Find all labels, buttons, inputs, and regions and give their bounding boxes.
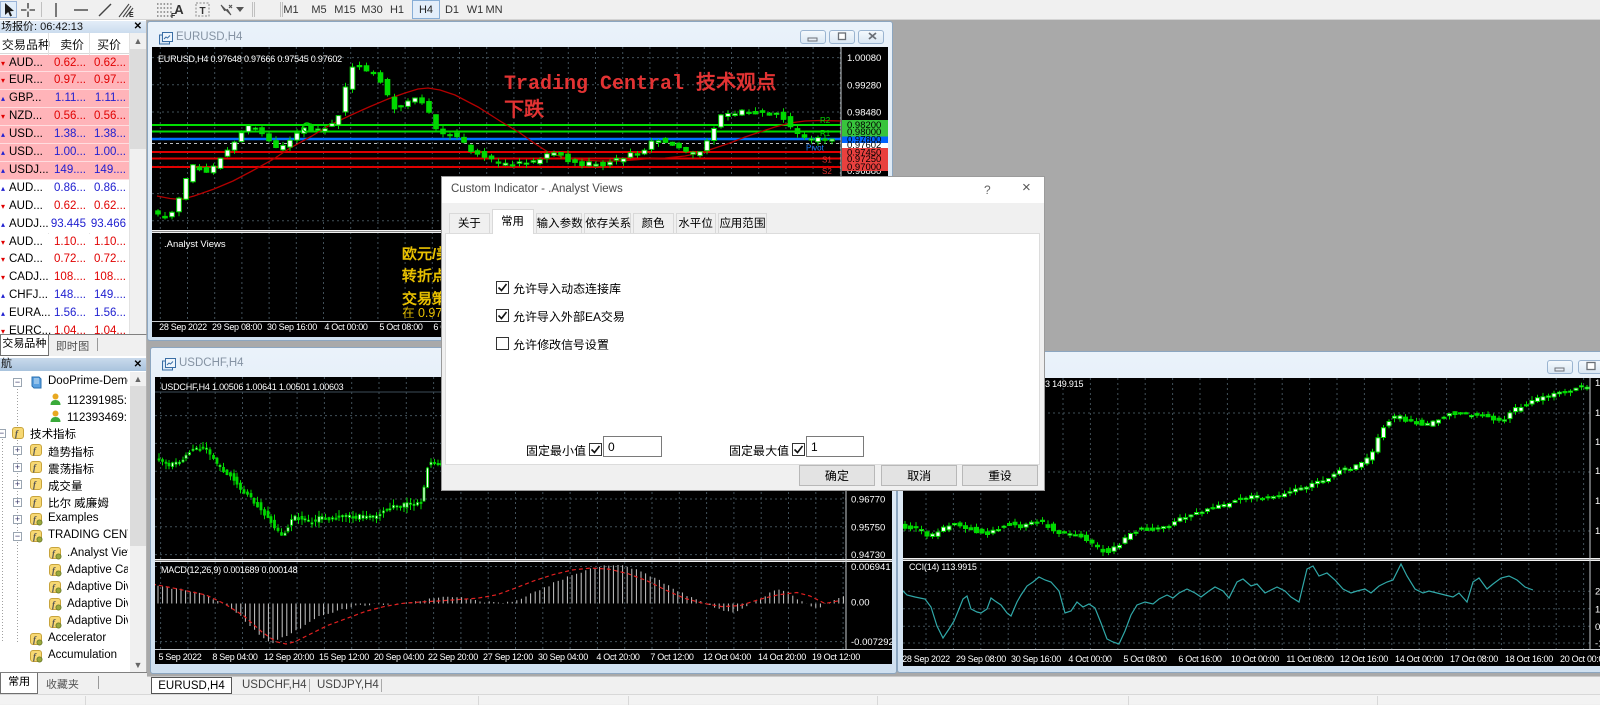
svg-text:20 Oct 00:00: 20 Oct 00:00	[1560, 654, 1600, 664]
svg-text:11 Oct 08:00: 11 Oct 08:00	[1286, 654, 1334, 664]
svg-text:22 Sep 20:00: 22 Sep 20:00	[428, 652, 478, 662]
svg-text:5 Sep 2022: 5 Sep 2022	[158, 652, 201, 662]
svg-text:5 Oct 08:00: 5 Oct 08:00	[1123, 654, 1167, 664]
svg-text:10 Oct 00:00: 10 Oct 00:00	[1231, 654, 1279, 664]
svg-text:0.96770: 0.96770	[851, 495, 885, 506]
svg-text:T: T	[200, 6, 206, 17]
svg-text:20: 20	[1595, 587, 1600, 598]
svg-text:S1: S1	[822, 156, 832, 165]
svg-text:0.98480: 0.98480	[847, 108, 881, 119]
svg-text:28 Sep 2022: 28 Sep 2022	[159, 322, 207, 332]
svg-text:CCI(14) 113.9915: CCI(14) 113.9915	[909, 562, 977, 572]
svg-text:29 Sep 08:00: 29 Sep 08:00	[956, 654, 1006, 664]
svg-text:0.00: 0.00	[851, 597, 870, 608]
svg-text:1: 1	[1595, 378, 1600, 389]
svg-text:下跌: 下跌	[504, 98, 545, 123]
svg-text:0.006941: 0.006941	[851, 562, 891, 573]
svg-text:EURUSD,H4 0.97648 0.97666 0.97: EURUSD,H4 0.97648 0.97666 0.97545 0.9760…	[158, 54, 342, 64]
svg-text:17 Oct 08:00: 17 Oct 08:00	[1450, 654, 1498, 664]
svg-text:10: 10	[1595, 604, 1600, 615]
svg-text:1: 1	[1595, 496, 1600, 507]
svg-text:6 Oct 16:00: 6 Oct 16:00	[1178, 654, 1222, 664]
svg-text:4 Oct 20:00: 4 Oct 20:00	[596, 652, 640, 662]
svg-text:-0.007292: -0.007292	[851, 637, 892, 648]
svg-text:27 Sep 12:00: 27 Sep 12:00	[483, 652, 533, 662]
svg-text:1: 1	[1595, 408, 1600, 419]
svg-text:S2: S2	[822, 167, 832, 176]
svg-text:1: 1	[1595, 466, 1600, 477]
svg-text:12 Oct 04:00: 12 Oct 04:00	[703, 652, 751, 662]
svg-text:5 Oct 08:00: 5 Oct 08:00	[379, 322, 423, 332]
svg-text:USDCHF,H4 1.00506 1.00641 1.00: USDCHF,H4 1.00506 1.00641 1.00501 1.0060…	[161, 382, 344, 392]
svg-text:14 Oct 00:00: 14 Oct 00:00	[1395, 654, 1443, 664]
svg-text:30 Sep 16:00: 30 Sep 16:00	[1011, 654, 1061, 664]
svg-text:20 Sep 04:00: 20 Sep 04:00	[374, 652, 424, 662]
svg-text:-1: -1	[1595, 639, 1600, 650]
svg-text:28 Sep 2022: 28 Sep 2022	[903, 654, 950, 664]
svg-text:R2: R2	[820, 116, 831, 125]
svg-text:12 Oct 16:00: 12 Oct 16:00	[1340, 654, 1388, 664]
svg-text:30 Sep 16:00: 30 Sep 16:00	[267, 322, 317, 332]
svg-text:7 Oct 12:00: 7 Oct 12:00	[650, 652, 694, 662]
svg-text:0.99280: 0.99280	[847, 80, 881, 91]
svg-text:0.97000: 0.97000	[847, 162, 881, 173]
svg-text:1.00080: 1.00080	[847, 53, 881, 64]
svg-text:15 Sep 12:00: 15 Sep 12:00	[319, 652, 369, 662]
svg-text:30 Sep 04:00: 30 Sep 04:00	[538, 652, 588, 662]
svg-text:18 Oct 16:00: 18 Oct 16:00	[1505, 654, 1553, 664]
svg-text:0.: 0.	[1595, 622, 1600, 633]
svg-text:0.94730: 0.94730	[851, 550, 885, 561]
svg-text:0.95750: 0.95750	[851, 522, 885, 533]
svg-text:Trading Central 技术观点: Trading Central 技术观点	[504, 71, 776, 96]
svg-text:E: E	[129, 12, 134, 19]
svg-text:4 Oct 00:00: 4 Oct 00:00	[324, 322, 368, 332]
svg-text:14 Oct 20:00: 14 Oct 20:00	[758, 652, 806, 662]
svg-text:19 Oct 12:00: 19 Oct 12:00	[812, 652, 860, 662]
svg-text:4 Oct 00:00: 4 Oct 00:00	[1068, 654, 1112, 664]
svg-text:12 Sep 20:00: 12 Sep 20:00	[264, 652, 314, 662]
svg-text:8 Sep 04:00: 8 Sep 04:00	[212, 652, 258, 662]
svg-text:MACD(12,26,9) 0.001689 0.00014: MACD(12,26,9) 0.001689 0.000148	[161, 565, 298, 575]
svg-text:R1: R1	[820, 129, 831, 138]
svg-text:Pivot: Pivot	[806, 144, 825, 153]
svg-text:1: 1	[1595, 526, 1600, 537]
svg-text:.Analyst Views: .Analyst Views	[164, 239, 226, 250]
svg-text:1: 1	[1595, 437, 1600, 448]
svg-text:29 Sep 08:00: 29 Sep 08:00	[212, 322, 262, 332]
